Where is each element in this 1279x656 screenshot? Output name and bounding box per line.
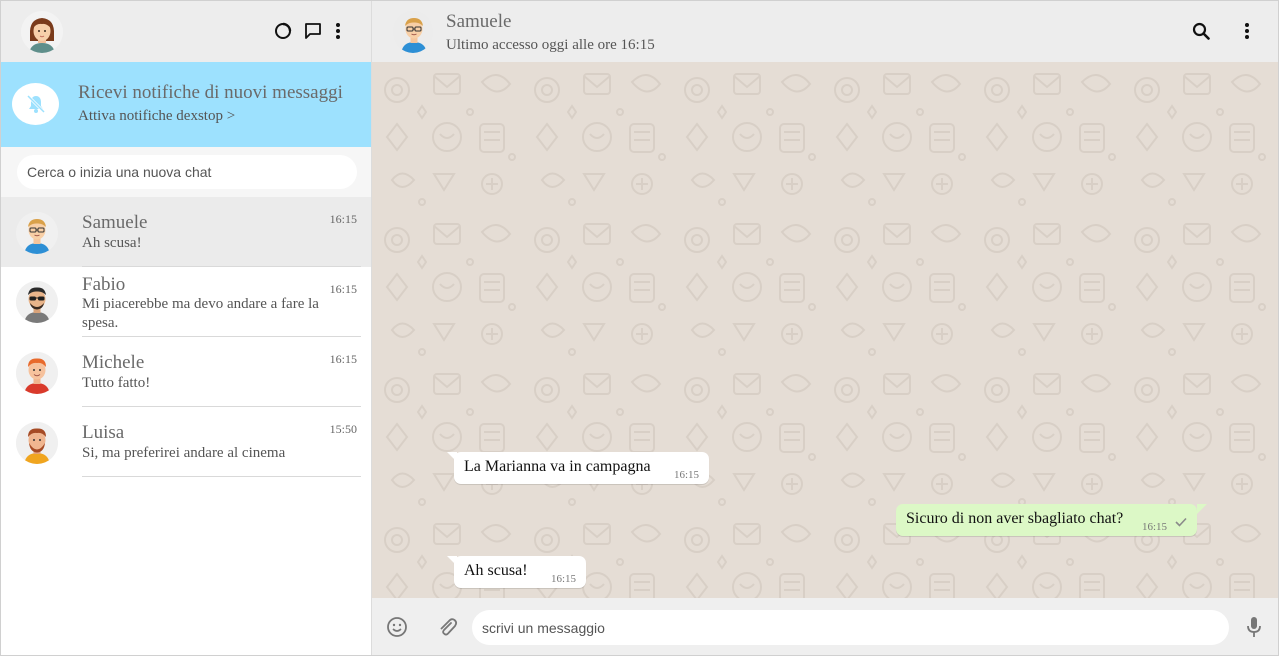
conversation-header: Samuele Ultimo accesso oggi alle ore 16:… [372,1,1278,62]
chat-item-fabio[interactable]: Fabio Mi piacerebbe ma devo andare a far… [1,267,371,337]
divider [82,476,361,477]
new-chat-icon[interactable] [302,20,324,42]
avatar [16,422,58,464]
chat-time: 16:15 [329,352,357,366]
chat-time: 16:15 [329,212,357,226]
message-time: 16:15 [673,469,699,481]
microphone-icon[interactable] [1242,615,1266,639]
chat-name: Michele [82,352,145,373]
notification-banner: Ricevi notifiche di nuovi messaggi Attiv… [1,62,371,147]
chat-name: Fabio [82,274,126,295]
chat-last-message: Tutto fatto! [82,375,151,391]
chat-last-message: Si, ma preferirei andare al cinema [82,445,286,461]
last-seen-status: Ultimo accesso oggi alle ore 16:15 [446,37,655,53]
message-text: Ah scusa! [464,562,528,579]
emoji-icon[interactable] [385,615,409,639]
attach-icon[interactable] [435,615,459,639]
avatar [16,212,58,254]
message-sent[interactable]: Sicuro di non aver sbagliato chat? 16:15 [896,504,1197,536]
chat-time: 16:15 [329,282,357,296]
message-received[interactable]: Ah scusa! 16:15 [454,556,586,588]
chat-name: Samuele [82,212,148,233]
bell-off-icon [12,83,59,125]
chat-name: Luisa [82,422,125,443]
chat-list: Samuele Ah scusa! 16:15 Fabio Mi piacere… [1,197,371,477]
search-bar [1,147,371,197]
menu-dots-icon[interactable] [1236,20,1258,42]
message-time: 16:15 [550,573,576,585]
menu-dots-icon[interactable] [327,20,349,42]
status-circle-icon[interactable] [272,20,294,42]
chat-item-michele[interactable]: Michele Tutto fatto! 16:15 [1,337,371,407]
message-text: Sicuro di non aver sbagliato chat? [906,510,1124,527]
chat-last-message: Ah scusa! [82,235,142,251]
sidebar-header [1,1,371,62]
my-avatar[interactable] [21,11,63,53]
contact-avatar[interactable] [393,11,433,53]
bubble-tail [1197,504,1207,514]
chat-last-message: Mi piacerebbe ma devo andare a fare la s… [82,296,319,331]
notification-title: Ricevi notifiche di nuovi messaggi [78,82,343,103]
chat-item-luisa[interactable]: Luisa Si, ma preferirei andare al cinema… [1,407,371,477]
message-received[interactable]: La Marianna va in campagna 16:15 [454,452,709,484]
check-icon [1175,514,1187,532]
avatar [16,352,58,394]
message-text: La Marianna va in campagna [464,458,651,475]
chat-time: 15:50 [329,422,357,436]
message-input[interactable] [472,610,1229,645]
avatar [16,281,58,323]
whatsapp-web-app: Ricevi notifiche di nuovi messaggi Attiv… [0,0,1279,656]
search-input[interactable] [17,155,357,189]
sidebar: Ricevi notifiche di nuovi messaggi Attiv… [1,1,372,655]
enable-notifications-link[interactable]: Attiva notifiche dexstop > [78,108,235,125]
contact-name: Samuele [446,11,512,32]
conversation-panel: Samuele Ultimo accesso oggi alle ore 16:… [372,1,1278,655]
chat-item-samuele[interactable]: Samuele Ah scusa! 16:15 [1,197,371,267]
message-composer [372,598,1278,655]
message-time: 16:15 [1141,521,1167,533]
messages-area[interactable]: La Marianna va in campagna 16:15 Sicuro … [372,62,1278,598]
search-icon[interactable] [1190,20,1212,42]
